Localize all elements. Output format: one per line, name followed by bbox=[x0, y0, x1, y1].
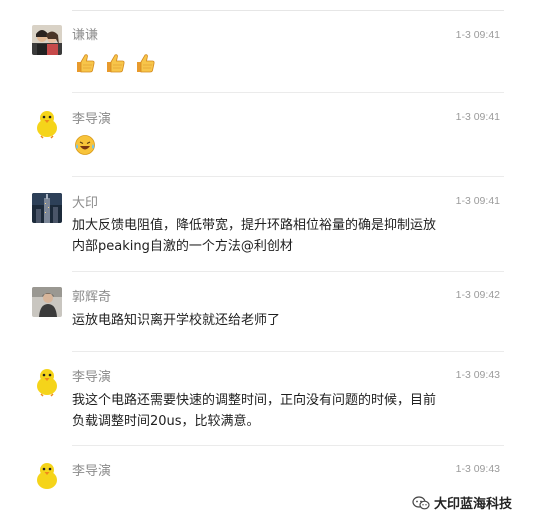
emoji-row bbox=[74, 52, 156, 74]
thumbs-up-icon bbox=[107, 54, 125, 73]
comment-text: 运放电路知识离开学校就还给老师了 bbox=[72, 310, 482, 331]
comment-time: 1-3 09:41 bbox=[455, 29, 500, 41]
comment-author[interactable]: 大印 bbox=[72, 196, 98, 212]
comment-text-line: 运放电路知识离开学校就还给老师了 bbox=[72, 313, 281, 328]
comment-list: 谦谦 1-3 09:41 李导演 1-3 09:41 大印 1-3 09:41 … bbox=[0, 0, 536, 527]
comment-text: 加大反馈电阻值，降低带宽，提升环路相位裕量的确是抑制运放 内部peaking自激… bbox=[72, 215, 482, 257]
avatar[interactable] bbox=[32, 461, 62, 491]
comment-text-line: 我这个电路还需要快速的调整时间，正向没有问题的时候，目前 bbox=[72, 393, 437, 408]
divider bbox=[72, 176, 504, 177]
comment-time: 1-3 09:41 bbox=[455, 111, 500, 123]
watermark-text: 大印蓝海科技 bbox=[434, 497, 513, 512]
divider bbox=[72, 271, 504, 272]
laughing-tears-icon bbox=[75, 135, 95, 155]
thumbs-up-icon bbox=[137, 54, 155, 73]
divider bbox=[72, 92, 504, 93]
divider bbox=[72, 445, 504, 446]
comment-author[interactable]: 李导演 bbox=[72, 370, 111, 386]
comment-text: 我这个电路还需要快速的调整时间，正向没有问题的时候，目前 负载调整时间20us，… bbox=[72, 390, 482, 432]
comment-time: 1-3 09:41 bbox=[455, 195, 500, 207]
comment-text-line: 内部peaking自激的一个方法@利创材 bbox=[72, 239, 293, 254]
thumbs-up-icon bbox=[77, 54, 95, 73]
comment-author[interactable]: 李导演 bbox=[72, 112, 111, 128]
avatar[interactable] bbox=[32, 193, 62, 223]
divider bbox=[72, 351, 504, 352]
avatar[interactable] bbox=[32, 367, 62, 397]
watermark: 大印蓝海科技 bbox=[412, 493, 512, 512]
comment-time: 1-3 09:43 bbox=[455, 369, 500, 381]
divider bbox=[72, 10, 504, 11]
avatar[interactable] bbox=[32, 109, 62, 139]
comment-text-line: 加大反馈电阻值，降低带宽，提升环路相位裕量的确是抑制运放 bbox=[72, 218, 437, 233]
comment-author[interactable]: 郭辉奇 bbox=[72, 290, 111, 306]
avatar[interactable] bbox=[32, 287, 62, 317]
wechat-icon bbox=[412, 495, 430, 509]
comment-author[interactable]: 谦谦 bbox=[72, 28, 98, 44]
comment-author[interactable]: 李导演 bbox=[72, 464, 111, 480]
emoji-row bbox=[74, 134, 96, 156]
comment-time: 1-3 09:42 bbox=[455, 289, 500, 301]
comment-text-line: 负载调整时间20us，比较满意。 bbox=[72, 414, 260, 429]
comment-time: 1-3 09:43 bbox=[455, 463, 500, 475]
avatar[interactable] bbox=[32, 25, 62, 55]
